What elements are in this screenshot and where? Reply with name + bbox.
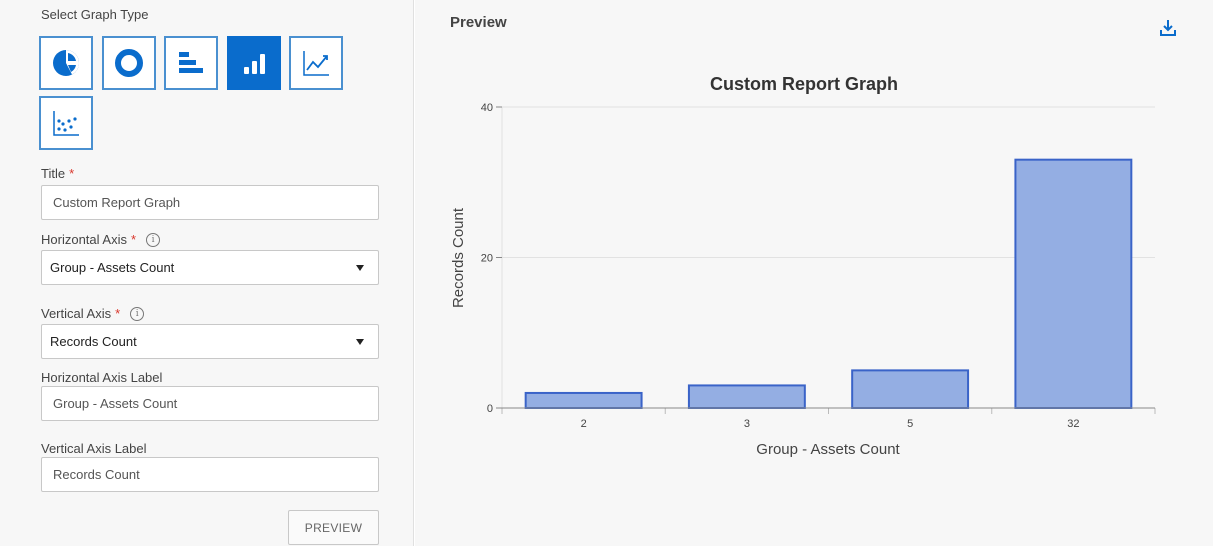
donut-chart-icon — [115, 49, 143, 77]
horizontal-axis-field-label: Horizontal Axis * i — [41, 232, 161, 247]
bar[interactable] — [687, 384, 806, 409]
vertical-bar-chart-icon — [244, 54, 265, 74]
x-axis-label: Group - Assets Count — [756, 441, 900, 458]
x-tick-label: 32 — [1067, 418, 1079, 430]
required-mark: * — [130, 232, 137, 247]
vertical-axis-label-label-text: Vertical Axis Label — [41, 441, 147, 456]
y-axis-label: Records Count — [450, 207, 467, 308]
preview-title: Preview — [450, 14, 507, 31]
scatter-chart-icon — [53, 111, 79, 136]
y-tick-label: 0 — [487, 403, 493, 415]
info-icon[interactable]: i — [130, 306, 145, 321]
bar[interactable] — [851, 369, 970, 409]
horizontal-axis-label-text: Horizontal Axis — [41, 232, 127, 247]
chart-title: Custom Report Graph — [710, 74, 898, 94]
graph-type-pie-button[interactable] — [39, 36, 93, 90]
vertical-axis-select[interactable]: Records Count — [41, 324, 379, 359]
caret-down-icon — [356, 264, 364, 271]
vertical-axis-label-input[interactable]: Records Count — [41, 457, 379, 492]
horizontal-axis-select[interactable]: Group - Assets Count — [41, 250, 379, 285]
horizontal-axis-label-label-text: Horizontal Axis Label — [41, 370, 163, 385]
required-mark: * — [115, 306, 121, 321]
x-tick-label: 3 — [744, 418, 750, 430]
title-input[interactable]: Custom Report Graph — [41, 185, 379, 220]
horizontal-axis-label-input[interactable]: Group - Assets Count — [41, 386, 379, 421]
vertical-axis-label-text: Vertical Axis — [41, 306, 112, 321]
pie-chart-icon — [53, 50, 79, 76]
preview-button[interactable]: PREVIEW — [288, 510, 379, 545]
bar[interactable] — [524, 391, 643, 410]
y-tick-label: 40 — [481, 102, 493, 114]
info-icon[interactable]: i — [146, 232, 161, 247]
bar-chart: Custom Report Graph 0 20 40 2 3 5 32 Group - A… — [450, 74, 1156, 458]
horizontal-axis-label-field-label: Horizontal Axis Label — [41, 370, 162, 385]
x-tick-label: 2 — [581, 418, 587, 430]
y-tick-label: 20 — [481, 253, 493, 265]
title-label-text: Title — [41, 166, 66, 181]
vertical-axis-label-field-label: Vertical Axis Label — [41, 441, 147, 456]
graph-type-horizontal-bar-button[interactable] — [164, 36, 218, 90]
title-input-value: Custom Report Graph — [53, 195, 181, 210]
horizontal-axis-selected-value: Group - Assets Count — [50, 260, 175, 275]
graph-type-donut-button[interactable] — [102, 36, 156, 90]
vertical-axis-selected-value: Records Count — [50, 334, 137, 349]
x-tick-label: 5 — [907, 418, 913, 430]
preview-panel: Preview Custom Report Graph 0 20 40 2 3 5 32 G… — [415, 0, 1213, 546]
title-field-label: Title * — [41, 166, 74, 181]
graph-type-scatter-button[interactable] — [39, 96, 93, 150]
vertical-axis-field-label: Vertical Axis * i — [41, 306, 145, 321]
horizontal-bar-chart-icon — [179, 52, 203, 73]
select-graph-type-label: Select Graph Type — [41, 7, 149, 22]
vertical-axis-label-input-value: Records Count — [53, 467, 140, 482]
caret-down-icon — [356, 338, 364, 345]
required-mark: * — [69, 166, 75, 181]
graph-type-line-button[interactable] — [289, 36, 343, 90]
download-icon[interactable] — [1158, 18, 1178, 38]
graph-type-vertical-bar-button[interactable] — [227, 36, 281, 90]
chart-bars — [524, 158, 1133, 410]
horizontal-axis-label-input-value: Group - Assets Count — [53, 396, 178, 411]
graph-config-panel: Select Graph Type Title * Custom Report … — [0, 0, 414, 546]
bar[interactable] — [1014, 158, 1133, 409]
line-chart-icon — [303, 51, 329, 76]
